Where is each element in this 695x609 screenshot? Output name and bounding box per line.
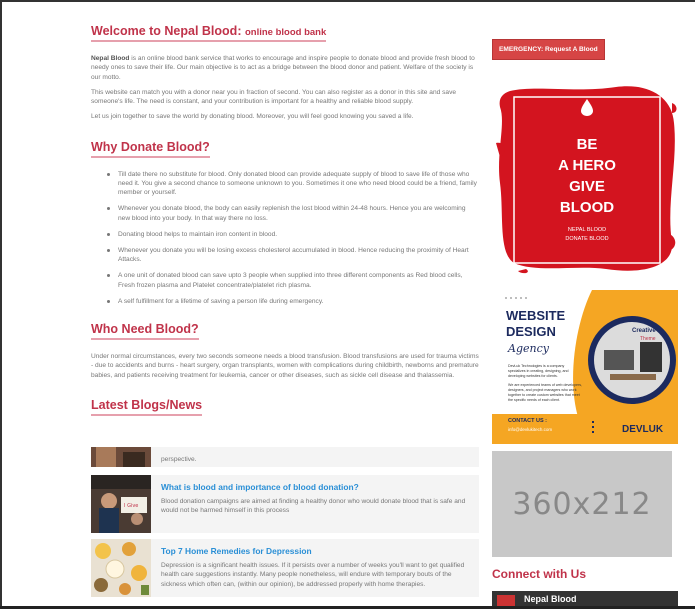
hero-line-2: A HERO [558,157,616,174]
main-content: Welcome to Nepal Blood: online blood ban… [91,22,479,428]
blog-desc: Blood donation campaigns are aimed at fi… [161,498,466,515]
list-item: Whenever you donate you will be losing e… [107,246,479,265]
svg-text:I Give: I Give [124,503,138,509]
emergency-request-button[interactable]: EMERGENCY: Request A Blood [492,39,605,60]
welcome-p1-text: is an online blood bank service that wor… [91,55,475,81]
ad-email: info@devlukitech.com [508,427,552,432]
blog-thumbnail[interactable] [91,539,151,597]
why-donate-list: Till date there no substitute for blood.… [107,170,479,306]
ad-blurb-1: DevLuk Technologies is a company [508,364,564,368]
website-design-ad[interactable]: Creative Theme WEBSITE DESIGN Agency Dev… [492,290,678,444]
who-needs-heading: Who Need Blood? [91,322,199,341]
blog-item[interactable]: Top 7 Home Remedies for Depression Depre… [91,539,479,597]
blog-thumbnail[interactable] [91,447,151,467]
blog-title-link[interactable]: What is blood and importance of blood do… [161,482,471,492]
welcome-subtitle: online blood bank [244,27,327,38]
hero-sub-1: NEPAL BLOOD [568,227,606,233]
blog-desc: Depression is a significant health issue… [161,562,465,588]
list-item: Till date there no substitute for blood.… [107,170,479,198]
hero-line-4: BLOOD [560,199,614,216]
blog-thumbnail[interactable]: I Give [91,475,151,533]
list-item: A self fulfillment for a lifetime of sav… [107,297,479,306]
ad-blurb-2: specializes in creating, designing, and [508,369,569,373]
ad-blurb-6: together to create custom websites that … [508,393,580,397]
ad-contact: CONTACT US : [508,418,547,424]
connect-heading: Connect with Us [492,567,587,581]
fb-page-name: Nepal Blood [524,594,577,604]
blog-title-link[interactable]: Top 7 Home Remedies for Depression [161,546,471,556]
why-donate-heading: Why Donate Blood? [91,140,210,158]
ad-line-1: WEBSITE [506,308,566,323]
ad-placeholder-360x212[interactable]: 360x212 [492,451,672,557]
ad-line-2: DESIGN [506,324,556,339]
sidebar: EMERGENCY: Request A Blood BE A HERO GIV… [492,38,682,609]
be-a-hero-banner[interactable]: BE A HERO GIVE BLOOD NEPAL BLOOD DONATE … [496,83,678,275]
welcome-paragraph-1: Nepal Blood is an online blood bank serv… [91,54,479,82]
blogs-heading: Latest Blogs/News [91,398,203,416]
hero-line-1: BE [577,136,598,153]
blog-item[interactable]: I Give What is blood and importance of b… [91,475,479,533]
ad-theme: Theme [640,336,656,342]
blog-item-partial[interactable]: perspective. [91,447,479,467]
blog-desc: perspective. [161,456,197,463]
welcome-paragraph-2: This website can match you with a donor … [91,88,457,106]
ad-line-3: Agency [507,342,550,355]
list-item: A one unit of donated blood can save upt… [107,271,479,290]
ad-blurb-7: the specific needs of each client. [508,398,560,402]
welcome-heading: Welcome to Nepal Blood: online blood ban… [91,24,327,42]
ad-brand: DEVLUK [622,424,664,435]
welcome-paragraph-3: Let us join together to save the world b… [91,113,414,121]
blog-list[interactable]: perspective. I Give What is blood and im… [91,447,479,607]
ad-blurb-5: designers, and project managers who work [508,388,577,392]
list-item: Donating blood helps to maintain iron co… [107,230,479,239]
ad-blurb-3: developing websites for clients. [508,374,558,378]
window-left-border [0,0,2,609]
hero-sub-2: DONATE BLOOD [565,236,608,242]
who-needs-paragraph: Under normal circumstances, every two se… [91,353,479,379]
welcome-title: Welcome to Nepal Blood: [91,24,242,38]
ad-blurb-4: We are experienced teams of web develope… [508,383,582,387]
brand-name-bold: Nepal Blood [91,55,130,62]
window-top-border [0,0,695,2]
ad-creative: Creative [632,328,656,334]
hero-line-3: GIVE [569,178,605,195]
list-item: Whenever you donate blood, the body can … [107,204,479,223]
